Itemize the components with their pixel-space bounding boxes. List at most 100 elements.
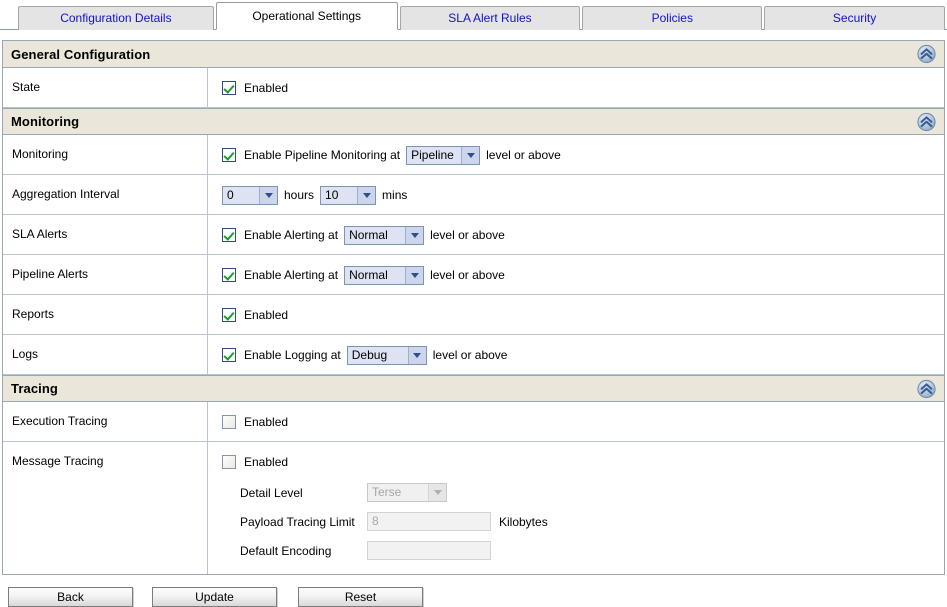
tab-label: Security: [832, 11, 877, 25]
section-title: Monitoring: [11, 114, 80, 129]
pipeline-alerts-level-select[interactable]: Normal: [344, 265, 425, 285]
subrow-detail-level: Detail Level Terse: [222, 483, 944, 502]
chevron-down-icon: [405, 226, 424, 244]
reports-enabled-label: Enabled: [244, 308, 289, 322]
aggregation-mins-unit: mins: [382, 188, 408, 202]
subrow-default-encoding: Default Encoding: [222, 541, 944, 560]
row-label: Execution Tracing: [3, 402, 208, 441]
sla-alerts-enable-checkbox[interactable]: [222, 228, 236, 242]
row-pipeline-alerts: Pipeline Alerts Enable Alerting at Norma…: [3, 255, 944, 295]
monitoring-enable-label: Enable Pipeline Monitoring at: [244, 148, 401, 162]
tab-operational-settings[interactable]: Operational Settings: [215, 2, 398, 30]
tab-sla-alert-rules[interactable]: SLA Alert Rules: [399, 6, 581, 30]
row-reports: Reports Enabled: [3, 295, 944, 335]
row-message-tracing: Message Tracing Enabled Detail Level Ter…: [3, 442, 944, 574]
logs-level-suffix: level or above: [432, 348, 508, 362]
subrow-payload-tracing-limit: Payload Tracing Limit 8 Kilobytes: [222, 512, 944, 531]
row-logs: Logs Enable Logging at Debug level or ab…: [3, 335, 944, 375]
section-header-general-configuration: General Configuration: [3, 41, 944, 68]
section-header-monitoring: Monitoring: [3, 108, 944, 135]
row-label: Logs: [3, 335, 208, 374]
row-sla-alerts: SLA Alerts Enable Alerting at Normal lev…: [3, 215, 944, 255]
tab-security[interactable]: Security: [764, 6, 945, 30]
execution-tracing-enabled-checkbox[interactable]: [222, 415, 236, 429]
logs-level-select[interactable]: Debug: [346, 345, 427, 365]
logs-enable-checkbox[interactable]: [222, 348, 236, 362]
aggregation-mins-value: 10: [325, 187, 339, 202]
monitoring-enable-checkbox[interactable]: [222, 148, 236, 162]
row-field: Enabled: [208, 68, 944, 107]
sla-alerts-level-value: Normal: [349, 227, 388, 242]
chevron-down-icon: [407, 346, 426, 364]
chevron-double-up-icon[interactable]: [917, 112, 936, 131]
default-encoding-label: Default Encoding: [240, 543, 332, 558]
chevron-double-up-icon[interactable]: [917, 44, 936, 64]
chevron-down-icon: [259, 186, 277, 204]
tab-label: Policies: [651, 11, 693, 25]
chevron-down-icon: [428, 484, 446, 501]
sla-alerts-level-select[interactable]: Normal: [344, 225, 425, 245]
tab-label: SLA Alert Rules: [448, 11, 532, 25]
row-state: State Enabled: [3, 68, 944, 108]
tab-label: Operational Settings: [252, 9, 362, 23]
monitoring-level-value: Pipeline: [411, 147, 454, 162]
tab-configuration-details[interactable]: Configuration Details: [18, 6, 214, 30]
row-monitoring: Monitoring Enable Pipeline Monitoring at…: [3, 135, 944, 175]
row-label: Message Tracing: [3, 442, 208, 574]
row-field: Enable Alerting at Normal level or above: [208, 215, 944, 254]
pipeline-alerts-enable-label: Enable Alerting at: [244, 268, 339, 282]
aggregation-hours-unit: hours: [284, 188, 315, 202]
detail-level-value: Terse: [372, 485, 402, 499]
message-tracing-enabled-label: Enabled: [244, 455, 289, 469]
row-field: Enable Logging at Debug level or above: [208, 335, 944, 374]
message-tracing-enabled-checkbox[interactable]: [222, 455, 236, 469]
row-field: Enable Pipeline Monitoring at Pipeline l…: [208, 135, 944, 174]
chevron-down-icon: [405, 266, 424, 284]
row-label: Pipeline Alerts: [3, 255, 208, 294]
row-execution-tracing: Execution Tracing Enabled: [3, 402, 944, 442]
aggregation-mins-select[interactable]: 10: [320, 185, 377, 205]
back-button[interactable]: Back: [8, 587, 133, 607]
aggregation-hours-select[interactable]: 0: [222, 185, 278, 205]
row-field: Enable Alerting at Normal level or above: [208, 255, 944, 294]
logs-enable-label: Enable Logging at: [244, 348, 341, 362]
payload-tracing-limit-input[interactable]: 8: [367, 512, 491, 531]
settings-panel: General Configuration State Enabled Moni…: [2, 40, 945, 575]
footer-button-bar: Back Update Reset: [0, 587, 947, 607]
default-encoding-input[interactable]: [367, 541, 491, 560]
logs-level-value: Debug: [351, 347, 388, 362]
payload-tracing-limit-label: Payload Tracing Limit: [240, 514, 355, 529]
detail-level-select[interactable]: Terse: [367, 483, 447, 502]
row-label: Aggregation Interval: [3, 175, 208, 214]
chevron-double-up-icon[interactable]: [917, 379, 936, 398]
tab-policies[interactable]: Policies: [582, 6, 763, 30]
row-field: Enabled Detail Level Terse Payload Traci…: [208, 442, 944, 574]
row-label: SLA Alerts: [3, 215, 208, 254]
state-enabled-label: Enabled: [244, 81, 289, 95]
row-field: 0 hours 10 mins: [208, 175, 944, 214]
sla-alerts-enable-label: Enable Alerting at: [244, 228, 339, 242]
section-header-tracing: Tracing: [3, 375, 944, 402]
sla-alerts-level-suffix: level or above: [430, 228, 505, 242]
update-button[interactable]: Update: [152, 587, 277, 607]
reports-enabled-checkbox[interactable]: [222, 308, 236, 322]
row-label: State: [3, 68, 208, 107]
pipeline-alerts-level-suffix: level or above: [430, 268, 505, 282]
chevron-down-icon: [357, 186, 376, 204]
tab-label: Configuration Details: [60, 11, 172, 25]
state-enabled-checkbox[interactable]: [222, 81, 236, 95]
row-aggregation-interval: Aggregation Interval 0 hours 10 mins: [3, 175, 944, 215]
monitoring-level-suffix: level or above: [486, 148, 561, 162]
row-field: Enabled: [208, 402, 944, 441]
row-label: Reports: [3, 295, 208, 334]
payload-tracing-limit-unit: Kilobytes: [499, 514, 548, 529]
section-title: General Configuration: [11, 46, 151, 62]
row-field: Enabled: [208, 295, 944, 334]
chevron-down-icon: [461, 146, 480, 164]
tab-bar: Configuration Details Operational Settin…: [0, 0, 947, 30]
monitoring-level-select[interactable]: Pipeline: [406, 145, 481, 165]
detail-level-label: Detail Level: [240, 485, 303, 500]
reset-button[interactable]: Reset: [298, 587, 423, 607]
pipeline-alerts-enable-checkbox[interactable]: [222, 268, 236, 282]
section-title: Tracing: [11, 381, 58, 396]
